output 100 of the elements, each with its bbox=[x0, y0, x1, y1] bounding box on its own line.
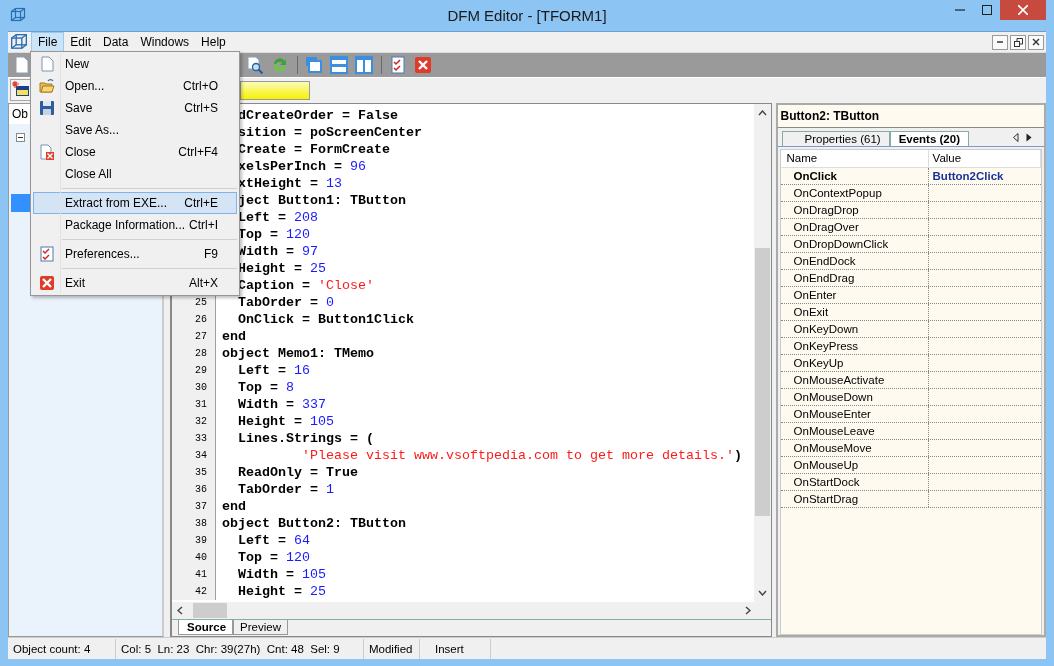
close-button[interactable] bbox=[1028, 34, 1044, 50]
line-number: 39 bbox=[195, 535, 208, 546]
vertical-scrollbar[interactable] bbox=[753, 104, 771, 602]
event-name: OnMouseEnter bbox=[780, 406, 929, 422]
vcl-component-button[interactable] bbox=[10, 79, 32, 101]
event-name: OnClick bbox=[780, 168, 929, 184]
cascade-windows-icon[interactable] bbox=[304, 56, 323, 74]
tile-horizontal-icon[interactable] bbox=[329, 56, 348, 74]
menu-item[interactable]: Open... Ctrl+O bbox=[33, 75, 237, 97]
line-number: 28 bbox=[195, 348, 208, 359]
component-icon bbox=[12, 81, 30, 99]
line-number: 30 bbox=[195, 382, 208, 393]
code-line: object Button2: TButton bbox=[221, 515, 407, 532]
scroll-down-icon[interactable] bbox=[757, 590, 767, 596]
scroll-right-icon[interactable] bbox=[744, 606, 751, 615]
line-number: 31 bbox=[195, 399, 208, 410]
menu-item[interactable]: Data bbox=[97, 32, 135, 52]
event-name: OnMouseLeave bbox=[780, 423, 929, 439]
menu-item[interactable]: Exit Alt+X bbox=[33, 272, 237, 294]
tile-vertical-icon[interactable] bbox=[354, 56, 373, 74]
menu-item[interactable]: Extract from EXE... Ctrl+E bbox=[33, 192, 237, 214]
code-line: Width = 105 bbox=[237, 566, 327, 583]
code-line: TabOrder = 1 bbox=[237, 481, 335, 498]
status-text: Col: 5 Ln: 23 Chr: 39(27h) Cnt: 48 Sel: 9 bbox=[116, 638, 364, 659]
code-line: ReadOnly = True bbox=[237, 464, 359, 481]
status-text: Object count: 4 bbox=[8, 638, 116, 659]
code-line: xelsPerInch = 96 bbox=[237, 158, 367, 175]
scrollbar-thumb[interactable] bbox=[193, 603, 228, 618]
menu-item[interactable]: Save As... bbox=[33, 119, 237, 141]
code-line: object Memo1: TMemo bbox=[221, 345, 375, 362]
code-line: end bbox=[221, 328, 247, 345]
event-name: OnMouseDown bbox=[780, 389, 929, 405]
checklist-icon[interactable] bbox=[389, 56, 406, 74]
scroll-up-icon[interactable] bbox=[757, 110, 767, 116]
maximize-icon bbox=[981, 5, 992, 15]
delete-icon[interactable] bbox=[414, 57, 431, 73]
collapse-icon[interactable] bbox=[16, 132, 25, 142]
event-name: OnDragDrop bbox=[780, 202, 929, 218]
event-name: OnMouseUp bbox=[780, 457, 929, 473]
event-handler[interactable]: Button2Click bbox=[928, 168, 1041, 184]
line-number: 32 bbox=[195, 416, 208, 427]
tree-header: Ob bbox=[12, 107, 28, 121]
event-name: OnMouseMove bbox=[780, 440, 929, 456]
editor-tab[interactable]: Preview bbox=[233, 620, 288, 635]
line-number: 38 bbox=[195, 518, 208, 529]
checklist-icon bbox=[39, 246, 55, 262]
component-field[interactable] bbox=[240, 80, 310, 100]
event-name: OnDropDownClick bbox=[780, 236, 929, 252]
inspector-tab[interactable]: Properties (61) bbox=[781, 131, 890, 146]
menu-item[interactable]: File bbox=[31, 32, 65, 52]
minimize-button[interactable] bbox=[992, 34, 1008, 50]
menu-item[interactable]: Help bbox=[195, 32, 232, 52]
code-line: Width = 337 bbox=[237, 396, 327, 413]
line-number: 35 bbox=[195, 467, 208, 478]
inspector-title: Button2: TButton bbox=[777, 105, 1044, 128]
event-name: OnEndDrag bbox=[780, 270, 929, 286]
menu-item[interactable]: Close All bbox=[33, 163, 237, 185]
menu-item[interactable]: New bbox=[33, 53, 237, 75]
code-line: 'Please visit www.vsoftpedia.com to get more details.') bbox=[301, 447, 742, 464]
inspector-tab[interactable]: Events (20) bbox=[889, 131, 969, 146]
code-line: end bbox=[221, 498, 247, 515]
event-name: OnEnter bbox=[780, 287, 929, 303]
line-number: 34 bbox=[195, 450, 208, 461]
code-line: Height = 25 bbox=[237, 260, 327, 277]
line-number: 26 bbox=[195, 314, 208, 325]
code-line: Lines.Strings = ( bbox=[237, 430, 375, 447]
line-number: 25 bbox=[195, 297, 208, 308]
event-name: OnExit bbox=[780, 304, 929, 320]
code-line: sition = poScreenCenter bbox=[237, 124, 423, 141]
window-title: DFM Editor - [TFORM1] bbox=[446, 7, 608, 24]
menu-item[interactable]: Save Ctrl+S bbox=[33, 97, 237, 119]
menu-item[interactable]: Package Information... Ctrl+I bbox=[33, 214, 237, 236]
code-line: Top = 8 bbox=[237, 379, 295, 396]
event-name: OnEndDock bbox=[780, 253, 929, 269]
scroll-left-icon[interactable] bbox=[177, 606, 184, 615]
restore-icon bbox=[1013, 37, 1023, 47]
menu-item[interactable]: Close Ctrl+F4 bbox=[33, 141, 237, 163]
scroll-left-icon[interactable] bbox=[1013, 132, 1019, 142]
column-header[interactable]: Name bbox=[780, 150, 929, 167]
scrollbar-thumb[interactable] bbox=[754, 248, 770, 516]
line-number: 40 bbox=[195, 552, 208, 563]
code-line: ject Button1: TButton bbox=[237, 192, 407, 209]
scroll-right-icon[interactable] bbox=[1026, 132, 1032, 142]
column-header[interactable]: Value bbox=[928, 150, 1041, 167]
editor-tab[interactable]: Source bbox=[178, 620, 234, 635]
app-icon bbox=[10, 33, 28, 51]
menu-item[interactable]: Edit bbox=[64, 32, 98, 52]
menu-item[interactable]: Windows bbox=[134, 32, 196, 52]
preview-icon[interactable] bbox=[245, 56, 264, 74]
event-name: OnDragOver bbox=[780, 219, 929, 235]
code-line: Top = 120 bbox=[237, 226, 311, 243]
code-line: Caption = 'Close' bbox=[237, 277, 375, 294]
event-name: OnStartDrag bbox=[780, 491, 929, 507]
horizontal-scrollbar[interactable] bbox=[172, 602, 771, 619]
event-name: OnStartDock bbox=[780, 474, 929, 490]
line-number: 42 bbox=[195, 586, 208, 597]
restore-button[interactable] bbox=[1010, 34, 1026, 50]
menu-item[interactable]: Preferences... F9 bbox=[33, 243, 237, 265]
minimize-icon bbox=[954, 9, 965, 11]
code-line: Height = 25 bbox=[237, 583, 327, 600]
